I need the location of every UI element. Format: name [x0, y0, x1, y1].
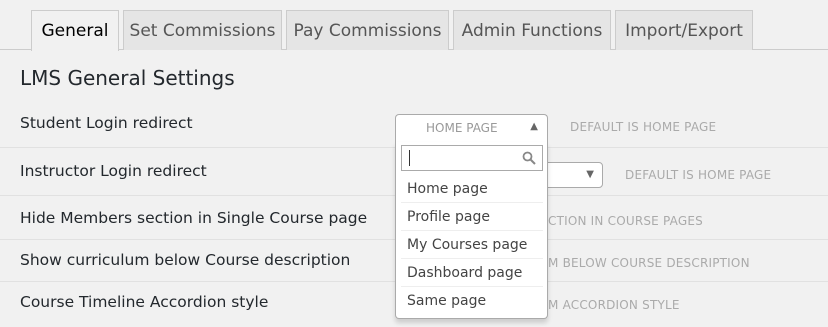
option-my-courses-page[interactable]: My Courses page: [401, 231, 543, 259]
tab-import-export[interactable]: Import/Export: [615, 10, 753, 50]
select-value: HOME PAGE: [426, 121, 498, 135]
tab-general[interactable]: General: [31, 10, 119, 51]
setting-hint-student-login: DEFAULT IS HOME PAGE: [570, 120, 717, 134]
tab-set-commissions[interactable]: Set Commissions: [123, 10, 282, 50]
option-dashboard-page[interactable]: Dashboard page: [401, 259, 543, 287]
chevron-up-icon: ▲: [530, 121, 538, 132]
setting-label-student-login: Student Login redirect: [20, 114, 193, 132]
search-icon: [522, 151, 536, 165]
dropdown-search-input[interactable]: [407, 149, 517, 167]
chevron-down-icon: ▼: [586, 169, 594, 180]
setting-hint-instructor-login: DEFAULT IS HOME PAGE: [625, 168, 772, 182]
setting-hint-timeline-accordion: M ACCORDION STYLE: [548, 298, 680, 312]
setting-hint-show-curriculum: M BELOW COURSE DESCRIPTION: [548, 256, 750, 270]
tab-admin-functions[interactable]: Admin Functions: [453, 10, 611, 50]
text-caret: [409, 150, 410, 166]
settings-page: General Set Commissions Pay Commissions …: [0, 0, 828, 327]
instructor-login-select[interactable]: ▼: [540, 162, 603, 188]
option-home-page[interactable]: Home page: [401, 175, 543, 203]
dropdown-search[interactable]: [401, 145, 543, 171]
setting-label-hide-members: Hide Members section in Single Course pa…: [20, 209, 368, 227]
student-login-select[interactable]: HOME PAGE ▲: [395, 114, 548, 142]
tab-bar: General Set Commissions Pay Commissions …: [0, 0, 828, 51]
tab-pay-commissions[interactable]: Pay Commissions: [286, 10, 449, 50]
select-dropdown: Home page Profile page My Courses page D…: [395, 142, 548, 319]
setting-label-show-curriculum: Show curriculum below Course description: [20, 251, 351, 269]
setting-hint-hide-members: CTION IN COURSE PAGES: [548, 214, 703, 228]
option-same-page[interactable]: Same page: [401, 287, 543, 315]
setting-label-timeline-accordion: Course Timeline Accordion style: [20, 293, 269, 311]
option-profile-page[interactable]: Profile page: [401, 203, 543, 231]
section-title: LMS General Settings: [20, 66, 235, 90]
setting-label-instructor-login: Instructor Login redirect: [20, 162, 207, 180]
